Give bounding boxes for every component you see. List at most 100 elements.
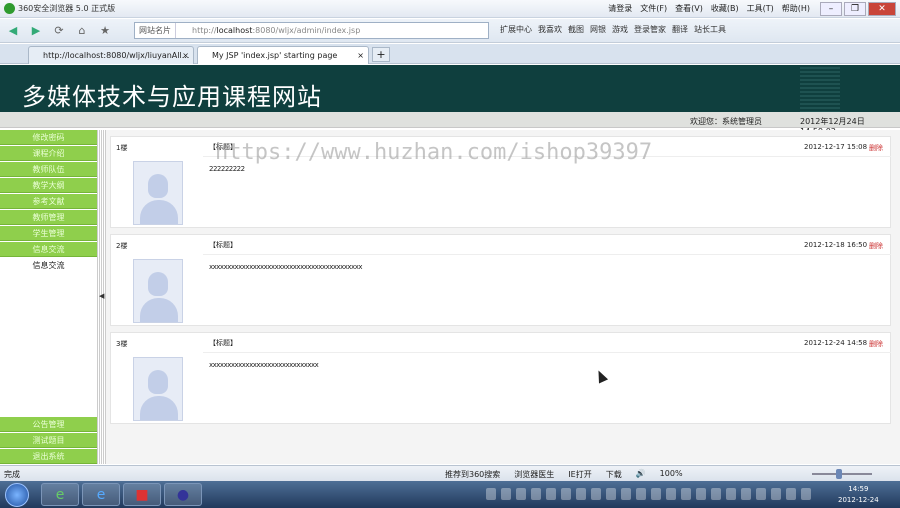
menu-favorites[interactable]: 收藏(B) [711,3,739,14]
sidebar-item-announcements[interactable]: 公告管理 [0,417,97,432]
tray-icon[interactable] [621,488,631,500]
tray-icon[interactable] [801,488,811,500]
tray-icon[interactable] [696,488,706,500]
tray-icon[interactable] [486,488,496,500]
delete-link[interactable]: 删除 [869,241,883,251]
toolbar-translate[interactable]: 翻译 [672,24,688,35]
tray-icon[interactable] [561,488,571,500]
toolbar-webmaster[interactable]: 站长工具 [694,24,726,35]
menu-view[interactable]: 查看(V) [675,3,703,14]
clock-time: 14:59 [848,485,869,493]
taskbar-ie-icon[interactable]: e [82,483,120,506]
toolbar-like[interactable]: 我喜欢 [538,24,562,35]
sidebar-item-syllabus[interactable]: 教学大纲 [0,178,97,193]
taskbar-eclipse-icon[interactable]: ● [164,483,202,506]
sidebar-item-references[interactable]: 参考文献 [0,194,97,209]
menu-tools[interactable]: 工具(T) [747,3,774,14]
tray-icon[interactable] [546,488,556,500]
forward-icon[interactable]: ▶ [26,22,46,40]
sidebar-item-logout[interactable]: 退出系统 [0,449,97,464]
favorite-star-icon[interactable]: ★ [95,22,115,40]
watermark-text: https://www.huzhan.com/ishop39397 [215,140,653,165]
tray-icon[interactable] [501,488,511,500]
tray-icon[interactable] [726,488,736,500]
tray-icon[interactable] [741,488,751,500]
post-floor: 1楼 [116,144,128,152]
status-download[interactable]: 下载 [606,469,622,480]
tray-icon[interactable] [531,488,541,500]
browser-logo-icon [4,3,15,14]
sidebar-item-teachers[interactable]: 教师队伍 [0,162,97,177]
sidebar-item-student-management[interactable]: 学生管理 [0,226,97,241]
tray-icon[interactable] [711,488,721,500]
tray-icon[interactable] [516,488,526,500]
sidebar-item-course-intro[interactable]: 课程介绍 [0,146,97,161]
taskbar-360-browser-icon[interactable]: e [41,483,79,506]
minimize-button[interactable]: – [820,2,842,16]
post-date: 2012-12-18 16:50 [804,241,868,249]
browser-title-bar: 360安全浏览器 5.0 正式版 请登录 文件(F) 查看(V) 收藏(B) 工… [0,0,900,18]
close-window-button[interactable]: ✕ [868,2,896,16]
tray-icon[interactable] [636,488,646,500]
site-card-label[interactable]: 网站名片 [135,23,176,38]
close-tab-icon[interactable]: × [357,47,364,64]
collapse-arrow-icon[interactable]: ◀ [99,292,104,300]
sidebar-subitem-message-exchange[interactable]: 信息交流 [0,258,97,273]
zoom-level[interactable]: 100% [660,469,683,480]
zoom-slider-knob[interactable] [836,469,842,479]
toolbar-login-manager[interactable]: 登录管家 [634,24,666,35]
tray-icon[interactable] [681,488,691,500]
system-tray [486,488,811,500]
home-icon[interactable]: ⌂ [72,22,92,40]
delete-link[interactable]: 删除 [869,143,883,153]
tray-icon[interactable] [771,488,781,500]
menu-help[interactable]: 帮助(H) [782,3,810,14]
status-search[interactable]: 推荐到360搜索 [445,469,500,480]
tab-liuyan[interactable]: http://localhost:8080/wljx/liuyanAll... × [28,46,194,64]
back-icon[interactable]: ◀ [3,22,23,40]
user-avatar [133,259,183,323]
sidebar-item-message-exchange[interactable]: 信息交流 [0,242,97,257]
sidebar-item-test-questions[interactable]: 测试题目 [0,433,97,448]
taskbar-app-icon[interactable]: ■ [123,483,161,506]
post-divider [203,352,891,353]
toolbar-bank[interactable]: 网银 [590,24,606,35]
menu-login[interactable]: 请登录 [608,3,632,14]
sidebar-item-change-password[interactable]: 修改密码 [0,130,97,145]
site-title: 多媒体技术与应用课程网站 [22,83,322,111]
address-bar[interactable]: 网站名片 http://localhost:8080/wljx/admin/in… [134,22,489,39]
tray-icon[interactable] [756,488,766,500]
status-ie-open[interactable]: IE打开 [568,469,591,480]
tray-icon[interactable] [591,488,601,500]
browser-title: 360安全浏览器 5.0 正式版 [18,4,116,13]
frame-splitter[interactable]: ◀ [97,130,106,464]
tray-icon[interactable] [606,488,616,500]
toolbar-extensions[interactable]: 扩展中心 [500,24,532,35]
post-date: 2012-12-17 15:08 [804,143,868,151]
restore-button[interactable]: ❐ [844,2,866,16]
volume-icon[interactable]: 🔊 [636,469,646,480]
tray-icon[interactable] [666,488,676,500]
url-text[interactable]: http://localhost:8080/wljx/admin/index.j… [192,26,360,35]
message-post: 3楼 【标题】 2012-12-24 14:58 删除 xxxxxxxxxxxx… [110,332,891,424]
toolbar-screenshot[interactable]: 截图 [568,24,584,35]
new-tab-button[interactable]: + [372,47,390,62]
windows-taskbar: e e ■ ● 14:59 2012-12-24 [0,481,900,508]
tab-index[interactable]: My JSP 'index.jsp' starting page × [197,46,369,64]
post-floor: 3楼 [116,340,128,348]
toolbar-games[interactable]: 游戏 [612,24,628,35]
zoom-slider[interactable] [812,469,872,479]
refresh-icon[interactable]: ⟳ [49,22,69,40]
taskbar-clock[interactable]: 14:59 2012-12-24 [838,484,879,506]
sidebar-item-teacher-management[interactable]: 教师管理 [0,210,97,225]
close-tab-icon[interactable]: × [182,47,189,64]
status-doctor[interactable]: 浏览器医生 [514,469,554,480]
post-divider [203,254,891,255]
tray-icon[interactable] [786,488,796,500]
tray-icon[interactable] [651,488,661,500]
delete-link[interactable]: 删除 [869,339,883,349]
menu-file[interactable]: 文件(F) [640,3,667,14]
message-list: 1楼 【标题】 2012-12-17 15:08 删除 222222222 2楼… [106,130,900,464]
tray-icon[interactable] [576,488,586,500]
start-button[interactable] [5,483,29,507]
